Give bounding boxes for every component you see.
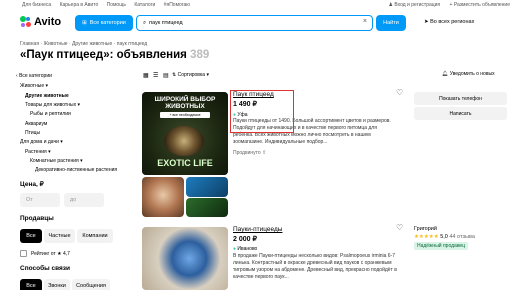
show-phone-button[interactable]: Показать телефон: [414, 92, 507, 105]
sidebar-item-plants[interactable]: Растения ▾: [25, 149, 51, 155]
tarantula-photo: [164, 126, 204, 156]
results-count: 389: [190, 49, 210, 61]
highlight-box: [230, 90, 294, 133]
top-links: Для бизнеса Карьера в Авито Помощь Катал…: [22, 2, 197, 8]
seller-name[interactable]: Григорий: [414, 226, 437, 232]
notify-new-button[interactable]: 🔔︎ Уведомить о новых: [442, 71, 495, 77]
price-from-input[interactable]: От: [20, 193, 60, 207]
sidebar-item-birds[interactable]: Птицы: [25, 130, 40, 136]
listing-1-main-image[interactable]: ШИРОКИЙ ВЫБОР ЖИВОТНЫХ + все необходимое…: [142, 92, 228, 175]
tile-view-icon[interactable]: ▤: [163, 72, 169, 79]
search-input[interactable]: ⌕ паук птицеед ×: [136, 15, 373, 31]
sort-icon: ⇅: [172, 72, 177, 78]
user-icon: ♟: [388, 2, 393, 8]
rating-filter-label: Рейтинг от ★ 4,7: [31, 251, 70, 257]
top-bar: Для бизнеса Карьера в Авито Помощь Катал…: [0, 0, 516, 10]
sidebar-item-animals[interactable]: Животные ▾: [20, 83, 48, 89]
listing-2-description: В продаже Пауки-птицееды несколько видов…: [233, 253, 397, 280]
all-categories-button[interactable]: ⊞ Все категории: [75, 15, 133, 31]
listing-1-thumb-1[interactable]: [142, 177, 184, 217]
listing-2-main-image[interactable]: [142, 227, 228, 290]
post-ad-link[interactable]: + Разместить объявление: [450, 2, 510, 8]
contact-option-messages[interactable]: Сообщения: [72, 279, 110, 290]
listing-2-price: 2 000 ₽: [233, 236, 257, 243]
find-button[interactable]: Найти: [376, 15, 406, 31]
grid-view-icon[interactable]: ▦: [143, 72, 149, 79]
sidebar-item-aquarium[interactable]: Аквариум: [25, 121, 47, 127]
top-link-help-tag[interactable]: #яПомогаю: [164, 2, 190, 8]
price-filter-label: Цена, ₽: [20, 181, 44, 188]
sidebar-item-fish-reptiles[interactable]: Рыбы и рептилии: [30, 111, 71, 117]
breadcrumb-animals[interactable]: Животные: [43, 41, 67, 47]
seller-rating: ★★★★★ 5,0 44 отзыва: [414, 234, 475, 240]
login-link[interactable]: ♟ Вход и регистрация: [388, 2, 441, 8]
banner-headline: ШИРОКИЙ ВЫБОР ЖИВОТНЫХ: [154, 96, 216, 110]
reviews-link[interactable]: 44 отзыва: [449, 234, 475, 240]
listing-1-thumb-3[interactable]: [186, 198, 228, 217]
bell-icon: 🔔︎: [442, 71, 449, 77]
breadcrumb-other-animals[interactable]: Другие животные: [72, 41, 112, 47]
region-selector[interactable]: ➤ Во всех регионах: [424, 19, 474, 25]
avito-logo[interactable]: Avito: [20, 16, 61, 28]
sort-dropdown[interactable]: ⇅ Сортировка ▾: [172, 72, 209, 78]
sidebar-item-home-garden[interactable]: Для дома и дачи ▾: [20, 139, 63, 145]
listing-1-promo: Продвинуто ⇧: [233, 150, 267, 156]
listing-2-location: ● Иваново: [233, 246, 258, 252]
breadcrumb-home[interactable]: Главная: [20, 41, 39, 47]
contact-filter-label: Способы связи: [20, 265, 71, 272]
banner-brand: EXOTIC LIFE: [157, 158, 213, 168]
favorite-heart-icon[interactable]: ♡: [396, 88, 403, 97]
top-link-career[interactable]: Карьера в Авито: [60, 2, 99, 8]
write-message-button[interactable]: Написать: [414, 107, 507, 120]
sidebar-item-other-animals[interactable]: Другие животные: [25, 93, 69, 99]
contact-option-calls[interactable]: Звонки: [44, 279, 70, 290]
promo-arrow-icon: ⇧: [262, 150, 267, 156]
rating-stars-icon: ★★★★★: [414, 234, 439, 240]
metro-icon: ●: [233, 246, 237, 252]
sidebar-item-all-categories[interactable]: ‹ Все категории: [16, 73, 52, 79]
location-arrow-icon: ➤: [424, 19, 429, 25]
page-title: «Паук птицеед»: объявления 389: [20, 49, 210, 61]
sellers-filter-label: Продавцы: [20, 215, 54, 222]
contact-option-all[interactable]: Все: [20, 279, 42, 290]
sidebar-item-pet-goods[interactable]: Товары для животных ▾: [25, 102, 80, 108]
search-icon: ⌕: [143, 19, 147, 26]
breadcrumb: Главная · Животные · Другие животные · п…: [20, 41, 148, 47]
top-right-links: ♟ Вход и регистрация + Разместить объявл…: [380, 2, 510, 8]
avito-logo-icon: [20, 16, 32, 28]
chevron-down-icon: ▾: [206, 72, 209, 78]
list-view-icon[interactable]: ☰: [153, 72, 158, 79]
listing-1-thumb-2[interactable]: [186, 177, 228, 197]
top-link-help[interactable]: Помощь: [107, 2, 126, 8]
seller-option-all[interactable]: Все: [20, 229, 42, 243]
top-link-business[interactable]: Для бизнеса: [22, 2, 51, 8]
breadcrumb-query: паук птицеед: [116, 41, 148, 47]
plus-icon: +: [449, 2, 453, 8]
clear-search-icon[interactable]: ×: [363, 18, 367, 25]
top-link-catalogs[interactable]: Каталоги: [134, 2, 155, 8]
banner-subline: + все необходимое: [160, 112, 210, 118]
header: Avito ⊞ Все категории ⌕ паук птицеед × Н…: [0, 13, 516, 33]
seller-option-companies[interactable]: Компании: [77, 229, 113, 243]
seller-option-private[interactable]: Частные: [44, 229, 75, 243]
sidebar-item-decor-plants[interactable]: Декоративно-лиственные растения: [35, 167, 117, 173]
rating-checkbox[interactable]: [20, 250, 27, 257]
grid-icon: ⊞: [82, 20, 87, 26]
favorite-heart-icon-2[interactable]: ♡: [396, 223, 403, 232]
listing-2-title[interactable]: Пауки-птицееды: [233, 226, 282, 233]
reliable-seller-badge: Надёжный продавец: [414, 242, 469, 250]
sidebar-item-houseplants[interactable]: Комнатные растения ▾: [30, 158, 83, 164]
price-to-input[interactable]: до: [64, 193, 104, 207]
